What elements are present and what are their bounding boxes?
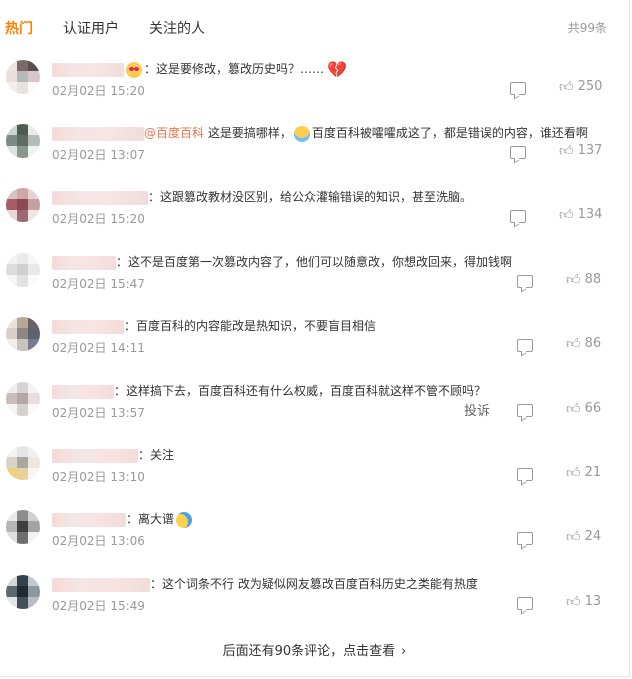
comment-icon[interactable] [510,210,526,223]
username[interactable] [52,190,148,205]
like-button[interactable]: 👍︎ 250 [559,78,602,96]
comment-icon[interactable] [517,597,533,610]
load-more-comments[interactable]: 后面还有90条评论，点击查看 › [0,640,629,659]
avatar[interactable] [6,124,40,158]
comment-time: 02月02日 15:49 [52,599,145,613]
like-button[interactable]: 👍︎ 86 [566,335,601,353]
tab-hot[interactable]: 热门 [5,18,33,38]
comment-icon[interactable] [510,82,526,95]
avatar[interactable] [6,317,40,351]
like-button[interactable]: 👍︎ 21 [566,464,601,482]
thumb-up-icon: 👍︎ [559,207,574,223]
comment-item: ：这样搞下去，百度百科还有什么权威，百度百科就这样不管不顾吗？ 02月02日 1… [0,382,629,446]
comment-icon[interactable] [517,339,533,352]
comment-text: ：这跟篡改教材没区别，给公众灌输错误的知识，甚至洗脑。 [52,188,472,206]
comment-text: ：这个词条不行 改为疑似网友篡改百度百科历史之类能有热度 [52,575,478,593]
avatar[interactable] [6,575,40,609]
comment-icon[interactable] [517,468,533,481]
thumb-up-icon: 👍︎ [566,465,581,481]
comment-item: ：百度百科的内容能改是热知识，不要盲目相信 02月02日 14:11 👍︎ 86 [0,317,629,381]
thumb-up-icon: 👍︎ [559,143,574,159]
comment-tabs: 热门 认证用户 关注的人 共99条 [0,0,629,50]
comment-item: ：这跟篡改教材没区别，给公众灌输错误的知识，甚至洗脑。 02月02日 15:20… [0,188,629,252]
comment-item: @百度百科 这是要搞哪样， 百度百科被嚯嚯成这了，都是错误的内容，谁还看啊 02月… [0,124,629,188]
username[interactable] [52,577,150,592]
thumb-up-icon: 👍︎ [566,336,581,352]
username[interactable] [52,126,144,141]
thumb-up-icon: 👍︎ [566,272,581,288]
laughing-emoji-icon [176,511,193,528]
mention-link[interactable]: @百度百科 [144,126,204,140]
avatar[interactable] [6,188,40,222]
comment-time: 02月02日 15:47 [52,277,145,291]
report-link[interactable]: 投诉 [464,400,490,419]
avatar[interactable] [6,510,40,544]
comment-text: ：这样搞下去，百度百科还有什么权威，百度百科就这样不管不顾吗？ [52,382,486,400]
like-button[interactable]: 👍︎ 137 [559,142,602,160]
chevron-right-icon: › [401,644,407,659]
like-button[interactable]: 👍︎ 134 [559,206,602,224]
comment-time: 02月02日 14:11 [52,341,145,355]
comment-time: 02月02日 13:07 [52,148,145,162]
comment-item: ：关注 02月02日 13:10 👍︎ 21 [0,446,629,510]
like-button[interactable]: 👍︎ 88 [566,271,601,289]
comment-time: 02月02日 15:20 [52,84,145,98]
username[interactable] [52,62,124,77]
comment-item: ：这不是百度第一次篡改内容了，他们可以随意改，你想改回来，得加钱啊 02月02日… [0,253,629,317]
username[interactable] [52,255,116,270]
thumb-up-icon: 👍︎ [559,79,574,95]
comment-text: ：这不是百度第一次篡改内容了，他们可以随意改，你想改回来，得加钱啊 [52,253,512,271]
comment-time: 02月02日 13:10 [52,470,145,484]
thumb-up-icon: 👍︎ [566,529,581,545]
comment-text: ：这是要修改，篡改历史吗？…… 💔 [52,60,347,78]
thumb-up-icon: 👍︎ [566,594,581,610]
comment-item: ：这是要修改，篡改历史吗？…… 💔 02月02日 15:20 👍︎ 250 [0,60,629,124]
username[interactable] [52,448,138,463]
comment-text: @百度百科 这是要搞哪样， 百度百科被嚯嚯成这了，都是错误的内容，谁还看啊 [52,124,588,142]
comment-icon[interactable] [517,532,533,545]
load-more-label: 后面还有90条评论，点击查看 [222,644,396,659]
comment-item: ：离大谱 02月02日 13:06 👍︎ 24 [0,510,629,574]
comment-text: ：离大谱 [52,510,194,528]
tab-verified-users[interactable]: 认证用户 [63,18,119,38]
broken-heart-icon: 💔 [327,59,347,79]
avatar[interactable] [6,253,40,287]
thumb-up-icon: 👍︎ [566,401,581,417]
username[interactable] [52,512,126,527]
avatar[interactable] [6,446,40,480]
comment-text: ：百度百科的内容能改是热知识，不要盲目相信 [52,317,376,335]
comment-time: 02月02日 15:20 [52,212,145,226]
comment-icon[interactable] [510,146,526,159]
comment-text: ：关注 [52,446,174,464]
comment-count: 共99条 [567,21,607,35]
like-button[interactable]: 👍︎ 13 [566,593,601,611]
comment-icon[interactable] [517,404,533,417]
like-button[interactable]: 👍︎ 24 [566,528,601,546]
comment-item: ：这个词条不行 改为疑似网友篡改百度百科历史之类能有热度 02月02日 15:4… [0,575,629,639]
comment-time: 02月02日 13:57 [52,406,145,420]
username[interactable] [52,384,114,399]
avatar[interactable] [6,60,40,94]
comment-time: 02月02日 13:06 [52,534,145,548]
comment-icon[interactable] [517,275,533,288]
tab-following[interactable]: 关注的人 [149,18,205,38]
crying-emoji-icon [293,125,310,142]
heart-eyes-emoji-icon [126,61,142,78]
avatar[interactable] [6,382,40,416]
like-button[interactable]: 👍︎ 66 [566,400,601,418]
username[interactable] [52,319,124,334]
